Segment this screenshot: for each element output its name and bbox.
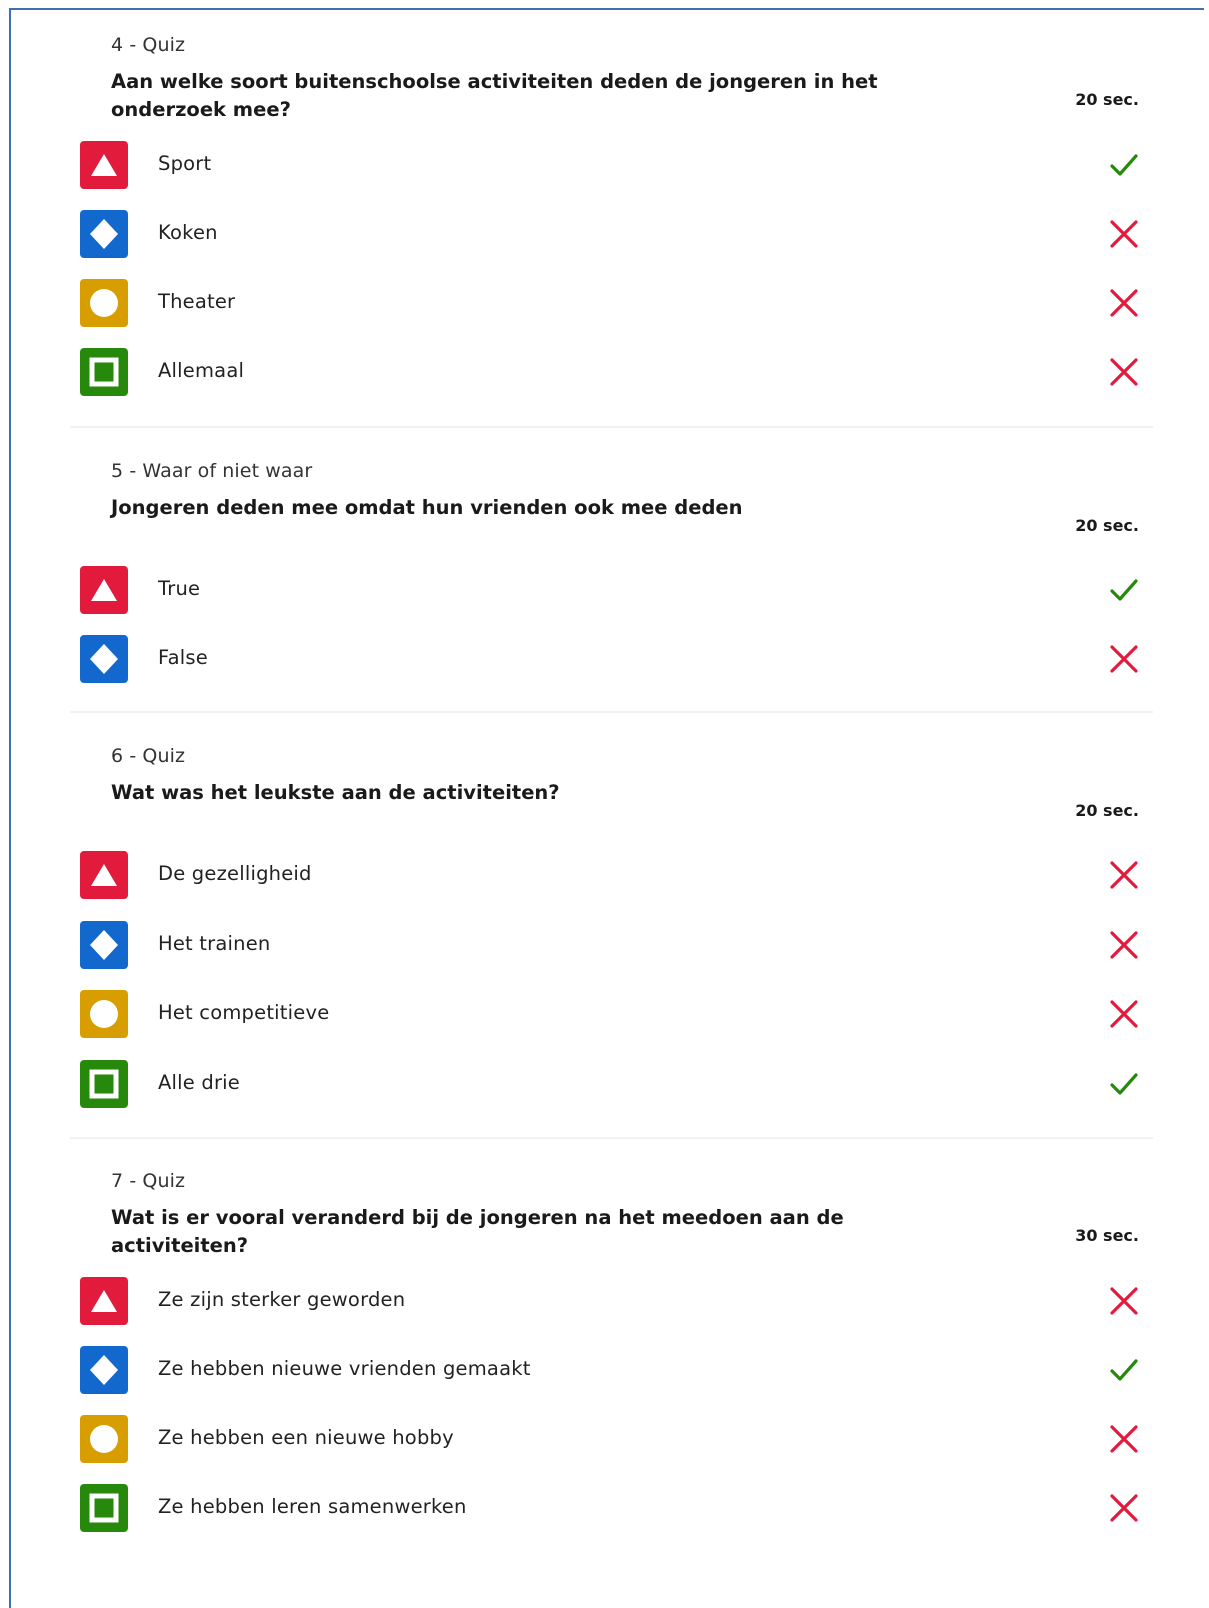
check-icon [1110,1073,1138,1095]
question-type-label: 5 - Waar of niet waar [111,460,313,482]
question-block: 5 - Waar of niet waar Jongeren deden mee… [0,460,1209,580]
answer-label: Alle drie [158,1071,240,1094]
answer-label: Allemaal [158,359,245,382]
check-icon [1110,1359,1138,1381]
circle-icon [80,279,128,327]
answer-label: Ze hebben nieuwe vrienden gemaakt [158,1357,531,1380]
answer-label: Ze hebben een nieuwe hobby [158,1426,454,1449]
cross-icon [1110,289,1138,317]
question-block: 6 - Quiz Wat was het leukste aan de acti… [0,745,1209,865]
triangle-icon [80,851,128,899]
triangle-icon [80,566,128,614]
question-block: 4 - Quiz Aan welke soort buitenschoolse … [0,34,1209,154]
question-time-limit: 20 sec. [1075,90,1139,109]
square-icon [80,348,128,396]
divider [70,1137,1153,1139]
answer-label: False [158,646,208,669]
answer-row: Het competitieve [0,990,1209,1040]
diamond-icon [80,635,128,683]
question-time-limit: 20 sec. [1075,801,1139,820]
divider [70,426,1153,428]
cross-icon [1110,1287,1138,1315]
square-icon [80,1484,128,1532]
answer-row: Ze hebben een nieuwe hobby [0,1415,1209,1465]
answer-row: De gezelligheid [0,851,1209,901]
question-title: Jongeren deden mee omdat hun vrienden oo… [111,496,743,519]
diamond-icon [80,1346,128,1394]
answer-label: Ze zijn sterker geworden [158,1288,406,1311]
diamond-icon [80,210,128,258]
check-icon [1110,154,1138,176]
cross-icon [1110,931,1138,959]
question-title: Wat is er vooral veranderd bij de jonger… [111,1206,844,1257]
answer-row: Theater [0,279,1209,329]
question-header: 7 - Quiz Wat is er vooral veranderd bij … [0,1170,1209,1290]
question-type-label: 6 - Quiz [111,745,186,767]
answer-row: Koken [0,210,1209,260]
circle-icon [80,990,128,1038]
answer-label: Theater [158,290,236,313]
question-header: 5 - Waar of niet waar Jongeren deden mee… [0,460,1209,580]
answer-label: Het trainen [158,932,271,955]
cross-icon [1110,861,1138,889]
triangle-icon [80,1277,128,1325]
diamond-icon [80,921,128,969]
triangle-icon [80,141,128,189]
answer-label: Sport [158,152,212,175]
cross-icon [1110,1000,1138,1028]
answer-row: Allemaal [0,348,1209,398]
answer-row: Ze hebben nieuwe vrienden gemaakt [0,1346,1209,1396]
question-block: 7 - Quiz Wat is er vooral veranderd bij … [0,1170,1209,1290]
answer-label: Ze hebben leren samenwerken [158,1495,467,1518]
question-header: 4 - Quiz Aan welke soort buitenschoolse … [0,34,1209,154]
question-type-label: 4 - Quiz [111,34,186,56]
circle-icon [80,1415,128,1463]
answer-row: True [0,566,1209,616]
answer-label: Koken [158,221,218,244]
answer-row: Het trainen [0,921,1209,971]
answer-row: Ze hebben leren samenwerken [0,1484,1209,1534]
question-header: 6 - Quiz Wat was het leukste aan de acti… [0,745,1209,865]
square-icon [80,1060,128,1108]
answer-row: False [0,635,1209,685]
answer-label: De gezelligheid [158,862,312,885]
cross-icon [1110,358,1138,386]
answer-label: Het competitieve [158,1001,330,1024]
cross-icon [1110,645,1138,673]
question-time-limit: 20 sec. [1075,516,1139,535]
answer-row: Ze zijn sterker geworden [0,1277,1209,1327]
question-title: Wat was het leukste aan de activiteiten? [111,781,560,804]
cross-icon [1110,1494,1138,1522]
question-type-label: 7 - Quiz [111,1170,186,1192]
cross-icon [1110,1425,1138,1453]
question-title: Aan welke soort buitenschoolse activitei… [111,70,878,121]
question-time-limit: 30 sec. [1075,1226,1139,1245]
answer-row: Alle drie [0,1060,1209,1110]
check-icon [1110,579,1138,601]
divider [70,711,1153,713]
cross-icon [1110,220,1138,248]
answer-label: True [158,577,201,600]
answer-row: Sport [0,141,1209,191]
